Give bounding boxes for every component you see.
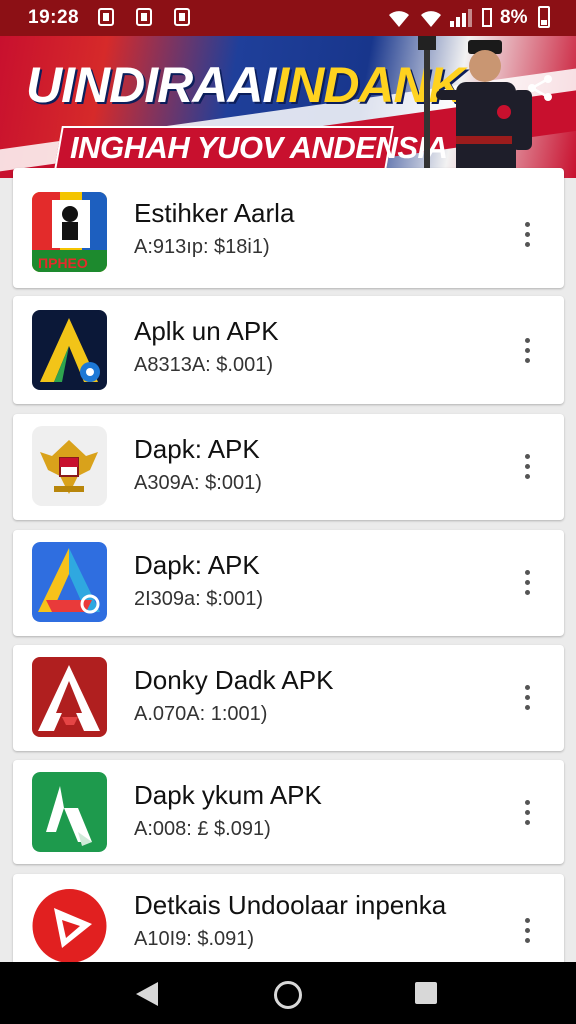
status-time: 19:28 xyxy=(28,7,80,28)
banner-title-part1: UINDIRAAI xyxy=(26,57,276,113)
battery-icon xyxy=(538,6,550,28)
app-meta: A:913ıр: $18i1) xyxy=(134,236,270,258)
app-meta: A.070A: 1:001) xyxy=(134,703,268,725)
banner-title: UINDIRAAIINDANK xyxy=(26,56,465,114)
more-options-icon[interactable] xyxy=(519,338,535,368)
recents-icon[interactable] xyxy=(415,982,437,1004)
notification-icon xyxy=(98,8,114,26)
more-options-icon[interactable] xyxy=(519,454,535,484)
system-nav-bar xyxy=(0,962,576,1024)
drive-a-icon xyxy=(32,542,107,622)
svg-text:ΠPHEO: ΠPHEO xyxy=(38,255,88,271)
share-icon[interactable] xyxy=(526,74,554,102)
more-options-icon[interactable] xyxy=(519,800,535,830)
wifi-icon xyxy=(421,11,441,27)
more-options-icon[interactable] xyxy=(519,918,535,948)
banner-subtitle: INGHAH YUOV ANDENSIA xyxy=(70,130,448,165)
app-meta: A:008: £ $.091) xyxy=(134,818,271,840)
home-icon[interactable] xyxy=(274,981,302,1009)
back-icon[interactable] xyxy=(136,982,158,1006)
app-meta: A10I9: $.091) xyxy=(134,928,255,950)
apk-a-yellow-icon xyxy=(32,310,107,390)
garuda-emblem-icon xyxy=(32,426,107,506)
more-options-icon[interactable] xyxy=(519,685,535,715)
red-a-icon xyxy=(32,657,107,737)
battery-small-icon xyxy=(482,8,492,27)
app-meta: 2I309а: $:001) xyxy=(134,588,263,610)
green-a-icon xyxy=(32,772,107,852)
soldier-illustration xyxy=(418,36,532,178)
signal-icon xyxy=(450,9,472,27)
more-options-icon[interactable] xyxy=(519,222,535,252)
app-name: Dapk: APK xyxy=(134,434,260,464)
app-name: Estihker Aarla xyxy=(134,198,295,228)
app-name: Dapk ykum APK xyxy=(134,780,322,810)
app-name: Aplk un APK xyxy=(134,316,279,346)
list-item-app[interactable]: Dapk ykum APK A:008: £ $.091) xyxy=(13,760,564,864)
red-play-icon xyxy=(32,886,107,966)
notification-icon xyxy=(174,8,190,26)
list-item-app[interactable]: Donky Dadk APK A.070A: 1:001) xyxy=(13,645,564,751)
header-banner[interactable]: UINDIRAAIINDANK INGHAH YUOV ANDENSIA xyxy=(0,36,576,178)
app-name: Dapk: APK xyxy=(134,550,260,580)
list-item-app[interactable]: Dapk: APK A309A: $:001) xyxy=(13,414,564,520)
list-item-app[interactable]: ΠPHEO Estihker Aarla A:913ıр: $18i1) xyxy=(13,168,564,288)
app-meta: A309A: $:001) xyxy=(134,472,262,494)
battery-percent: 8% xyxy=(500,7,528,28)
sticker-app-icon: ΠPHEO xyxy=(32,192,107,272)
notification-icon xyxy=(136,8,152,26)
list-item-app[interactable]: Aplk un APK A8313A: $.001) xyxy=(13,296,564,404)
app-meta: A8313A: $.001) xyxy=(134,354,273,376)
list-item-app[interactable]: Dapk: APK 2I309а: $:001) xyxy=(13,530,564,636)
wifi-icon xyxy=(389,11,409,27)
status-bar: 19:28 8% xyxy=(0,0,576,36)
app-name: Donky Dadk APK xyxy=(134,665,334,695)
app-name: Detkais Undoolaar inpenka xyxy=(134,890,447,920)
more-options-icon[interactable] xyxy=(519,570,535,600)
